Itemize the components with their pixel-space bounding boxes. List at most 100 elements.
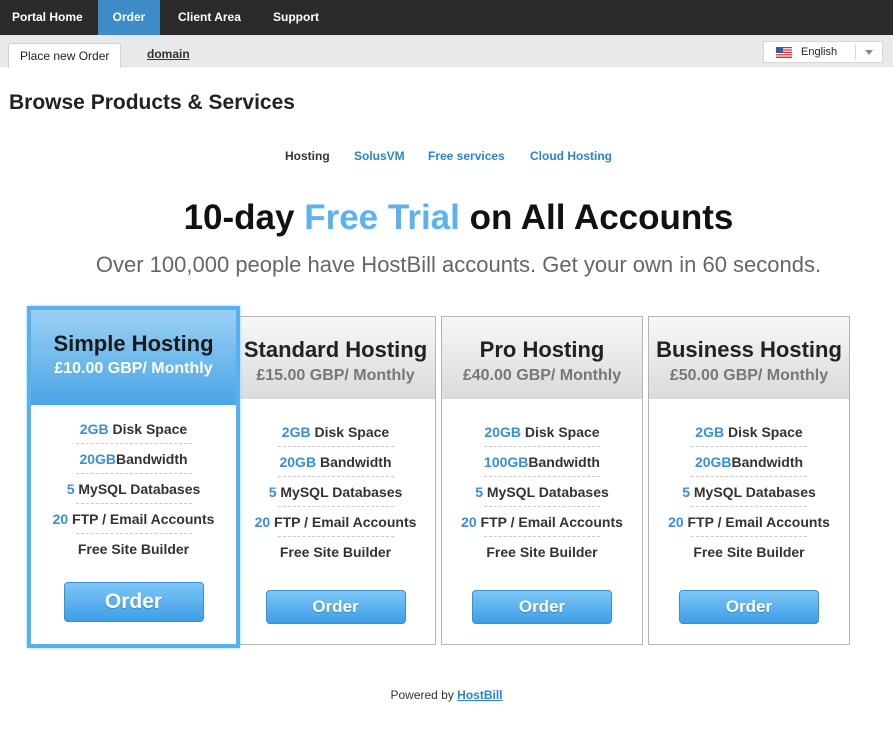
feature-label: Free Site Builder	[77, 541, 190, 557]
feature-item: Free Site Builder	[442, 537, 642, 567]
promo-headline: 10-day Free Trial on All Accounts	[0, 198, 893, 238]
nav-order[interactable]: Order	[98, 0, 160, 35]
chevron-down-icon	[865, 50, 873, 55]
plan-name: Pro Hosting	[479, 337, 605, 362]
feature-item: 20 FTP / Email Accounts	[442, 507, 642, 537]
feature-label: MySQL Databases	[74, 481, 201, 497]
feature-value: 20	[668, 514, 684, 530]
feature-label: Disk Space	[520, 424, 600, 440]
feature-label: FTP / Email Accounts	[68, 511, 215, 527]
feature-value: 2GB	[695, 424, 725, 440]
order-button[interactable]: Order	[63, 582, 204, 622]
hostbill-link[interactable]: HostBill	[457, 688, 502, 702]
footer: Powered by HostBill	[0, 688, 893, 702]
feature-item: 2GB Disk Space	[31, 414, 236, 444]
feature-item: 100GBBandwidth	[442, 447, 642, 477]
plan-card-pro: Pro Hosting £40.00 GBP/ Monthly 20GB Dis…	[441, 316, 643, 645]
feature-item: 20GB Disk Space	[442, 417, 642, 447]
feature-value: 20GB	[79, 451, 117, 467]
category-solusvm[interactable]: SolusVM	[354, 149, 405, 163]
feature-value: 100GB	[484, 454, 529, 470]
feature-item: 5 MySQL Databases	[442, 477, 642, 507]
feature-value: 2GB	[79, 421, 109, 437]
feature-item: 20 FTP / Email Accounts	[236, 507, 435, 537]
plan-card-simple: Simple Hosting £10.00 GBP/ Monthly 2GB D…	[27, 306, 240, 648]
category-cloud-hosting[interactable]: Cloud Hosting	[530, 149, 612, 163]
feature-item: Free Site Builder	[236, 537, 435, 567]
feature-label: MySQL Databases	[483, 484, 609, 500]
feature-label: MySQL Databases	[276, 484, 403, 500]
plan-card-business: Business Hosting £50.00 GBP/ Monthly 2GB…	[648, 316, 850, 645]
feature-label: MySQL Databases	[690, 484, 816, 500]
feature-value: 20GB	[279, 454, 317, 470]
plan-features: 2GB Disk Space 20GBBandwidth 5 MySQL Dat…	[31, 414, 236, 564]
promo-subtitle: Over 100,000 people have HostBill accoun…	[95, 252, 822, 277]
plan-header: Standard Hosting £15.00 GBP/ Monthly	[236, 317, 435, 399]
order-button[interactable]: Order	[472, 590, 612, 624]
plan-price: £50.00 GBP/ Monthly	[669, 367, 829, 384]
footer-text: Powered by	[390, 688, 458, 702]
feature-label: Free Site Builder	[486, 544, 598, 560]
feature-item: 20 FTP / Email Accounts	[31, 504, 236, 534]
nav-portal-home[interactable]: Portal Home	[0, 0, 95, 35]
plan-card-standard: Standard Hosting £15.00 GBP/ Monthly 2GB…	[235, 316, 436, 645]
domain-link[interactable]: domain	[147, 47, 190, 61]
feature-item: Free Site Builder	[649, 537, 849, 567]
plan-header: Simple Hosting £10.00 GBP/ Monthly	[31, 310, 236, 405]
feature-label: Bandwidth	[731, 454, 804, 470]
category-hosting[interactable]: Hosting	[285, 149, 330, 163]
feature-value: 20	[254, 514, 271, 530]
nav-support[interactable]: Support	[261, 0, 331, 35]
feature-item: 5 MySQL Databases	[31, 474, 236, 504]
us-flag-icon	[776, 47, 792, 58]
order-button[interactable]: Order	[679, 590, 819, 624]
feature-value: 20	[461, 514, 477, 530]
plan-features: 20GB Disk Space 100GBBandwidth 5 MySQL D…	[442, 417, 642, 567]
plan-price: £10.00 GBP/ Monthly	[54, 360, 213, 377]
feature-label: Disk Space	[108, 421, 188, 437]
feature-item: 5 MySQL Databases	[236, 477, 435, 507]
feature-value: 20GB	[484, 424, 521, 440]
feature-value: 5	[475, 484, 483, 500]
plan-features: 2GB Disk Space 20GB Bandwidth 5 MySQL Da…	[236, 417, 435, 567]
feature-value: 20GB	[694, 454, 732, 470]
feature-item: 20 FTP / Email Accounts	[649, 507, 849, 537]
promo-highlight: Free Trial	[304, 198, 460, 237]
category-free-services[interactable]: Free services	[428, 149, 505, 163]
top-navigation: Portal Home Order Client Area Support	[0, 0, 893, 35]
feature-label: Disk Space	[724, 424, 803, 440]
plan-header: Business Hosting £50.00 GBP/ Monthly	[649, 317, 849, 399]
feature-value: 5	[268, 484, 277, 500]
language-label: English	[801, 46, 838, 58]
feature-item: 5 MySQL Databases	[649, 477, 849, 507]
plan-name: Simple Hosting	[53, 331, 214, 356]
page-title: Browse Products & Services	[9, 91, 295, 114]
language-select[interactable]: English	[763, 41, 883, 63]
feature-value: 2GB	[281, 424, 311, 440]
promo-pre: 10-day	[183, 198, 305, 237]
feature-item: Free Site Builder	[31, 534, 236, 564]
feature-item: 2GB Disk Space	[236, 417, 435, 447]
plan-header: Pro Hosting £40.00 GBP/ Monthly	[442, 317, 642, 399]
feature-label: FTP / Email Accounts	[270, 514, 417, 530]
nav-client-area[interactable]: Client Area	[166, 0, 253, 35]
tab-place-new-order[interactable]: Place new Order	[8, 43, 122, 68]
feature-label: FTP / Email Accounts	[683, 514, 830, 530]
feature-label: Bandwidth	[316, 454, 392, 470]
feature-label: Bandwidth	[528, 454, 600, 470]
plan-features: 2GB Disk Space 20GBBandwidth 5 MySQL Dat…	[649, 417, 849, 567]
sub-navigation: Place new Order domain	[0, 35, 893, 68]
order-button[interactable]: Order	[265, 590, 406, 624]
feature-item: 20GB Bandwidth	[236, 447, 435, 477]
category-nav: Hosting SolusVM Free services Cloud Host…	[0, 149, 893, 165]
plan-name: Business Hosting	[656, 337, 842, 362]
plan-price: £15.00 GBP/ Monthly	[256, 367, 415, 384]
feature-label: FTP / Email Accounts	[476, 514, 623, 530]
feature-item: 20GBBandwidth	[649, 447, 849, 477]
plan-price: £40.00 GBP/ Monthly	[462, 367, 622, 384]
feature-label: Free Site Builder	[279, 544, 392, 560]
feature-label: Disk Space	[310, 424, 390, 440]
feature-value: 20	[52, 511, 69, 527]
feature-item: 2GB Disk Space	[649, 417, 849, 447]
promo-post: on All Accounts	[459, 198, 734, 237]
